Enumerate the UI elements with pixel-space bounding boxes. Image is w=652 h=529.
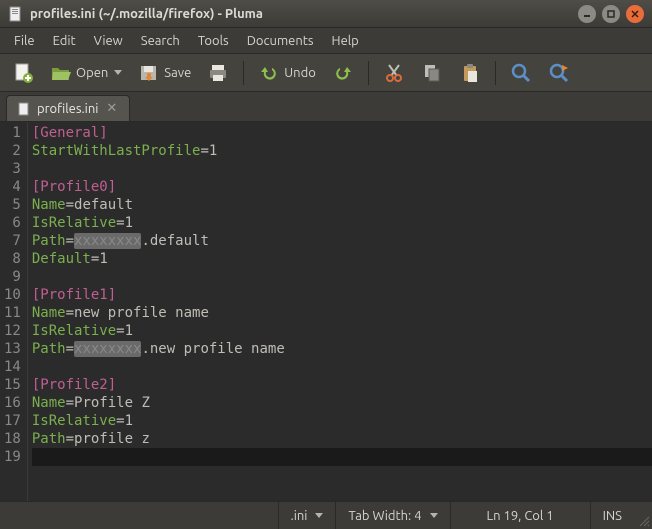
minimize-button[interactable] [578, 5, 596, 23]
titlebar: profiles.ini (~/.mozilla/firefox) - Plum… [0, 0, 652, 28]
paste-icon [459, 62, 481, 84]
tab-width-label: Tab Width: 4 [348, 509, 421, 523]
save-label: Save [164, 66, 191, 80]
open-label: Open [76, 66, 108, 80]
filetype-label: .ini [291, 509, 308, 523]
window-title: profiles.ini (~/.mozilla/firefox) - Plum… [30, 7, 572, 21]
cut-button[interactable] [377, 58, 411, 88]
close-button[interactable] [626, 5, 644, 23]
tabbar: profiles.ini ✕ [0, 92, 652, 122]
toolbar-separator [368, 61, 369, 85]
new-document-button[interactable] [6, 58, 40, 88]
open-folder-icon [50, 62, 72, 84]
copy-icon [421, 62, 443, 84]
cut-icon [383, 62, 405, 84]
find-replace-button[interactable] [542, 58, 576, 88]
undo-icon [258, 62, 280, 84]
chevron-down-icon [430, 513, 438, 518]
cursor-position-label: Ln 19, Col 1 [486, 509, 553, 523]
toolbar-separator [243, 61, 244, 85]
maximize-button[interactable] [602, 5, 620, 23]
new-document-icon [12, 62, 34, 84]
line-number-gutter: 12345678910111213141516171819 [0, 122, 28, 501]
tab-width-selector[interactable]: Tab Width: 4 [335, 502, 449, 529]
menu-help[interactable]: Help [324, 30, 367, 52]
chevron-down-icon [114, 70, 122, 75]
copy-button[interactable] [415, 58, 449, 88]
statusbar: .ini Tab Width: 4 Ln 19, Col 1 INS [0, 501, 652, 529]
redo-icon [332, 62, 354, 84]
tab-label: profiles.ini [37, 102, 98, 116]
undo-button[interactable]: Undo [252, 58, 322, 88]
tab-profiles-ini[interactable]: profiles.ini ✕ [6, 95, 130, 121]
status-spacer [0, 502, 278, 529]
menu-edit[interactable]: Edit [45, 30, 84, 52]
editor-area[interactable]: 12345678910111213141516171819 [General]S… [0, 122, 652, 501]
save-icon [138, 62, 160, 84]
toolbar-separator [495, 61, 496, 85]
chevron-down-icon [315, 513, 323, 518]
open-button[interactable]: Open [44, 58, 128, 88]
toolbar: Open Save Undo [0, 54, 652, 92]
resize-grip[interactable] [634, 502, 652, 529]
print-icon [207, 62, 229, 84]
window-controls [578, 5, 644, 23]
filetype-selector[interactable]: .ini [278, 502, 336, 529]
find-replace-icon [548, 62, 570, 84]
menu-search[interactable]: Search [133, 30, 188, 52]
menu-file[interactable]: File [6, 30, 43, 52]
menu-tools[interactable]: Tools [190, 30, 237, 52]
insert-mode[interactable]: INS [590, 502, 634, 529]
menu-view[interactable]: View [86, 30, 131, 52]
find-button[interactable] [504, 58, 538, 88]
app-icon [8, 6, 24, 22]
search-icon [510, 62, 532, 84]
tab-close-icon[interactable]: ✕ [104, 101, 119, 116]
code-content[interactable]: [General]StartWithLastProfile=1 [Profile… [28, 122, 652, 501]
print-button[interactable] [201, 58, 235, 88]
save-button[interactable]: Save [132, 58, 197, 88]
cursor-position: Ln 19, Col 1 [450, 502, 590, 529]
insert-mode-label: INS [603, 509, 622, 523]
redo-button[interactable] [326, 58, 360, 88]
document-icon [17, 102, 31, 116]
undo-label: Undo [284, 66, 316, 80]
menubar: FileEditViewSearchToolsDocumentsHelp [0, 28, 652, 54]
paste-button[interactable] [453, 58, 487, 88]
menu-documents[interactable]: Documents [239, 30, 322, 52]
